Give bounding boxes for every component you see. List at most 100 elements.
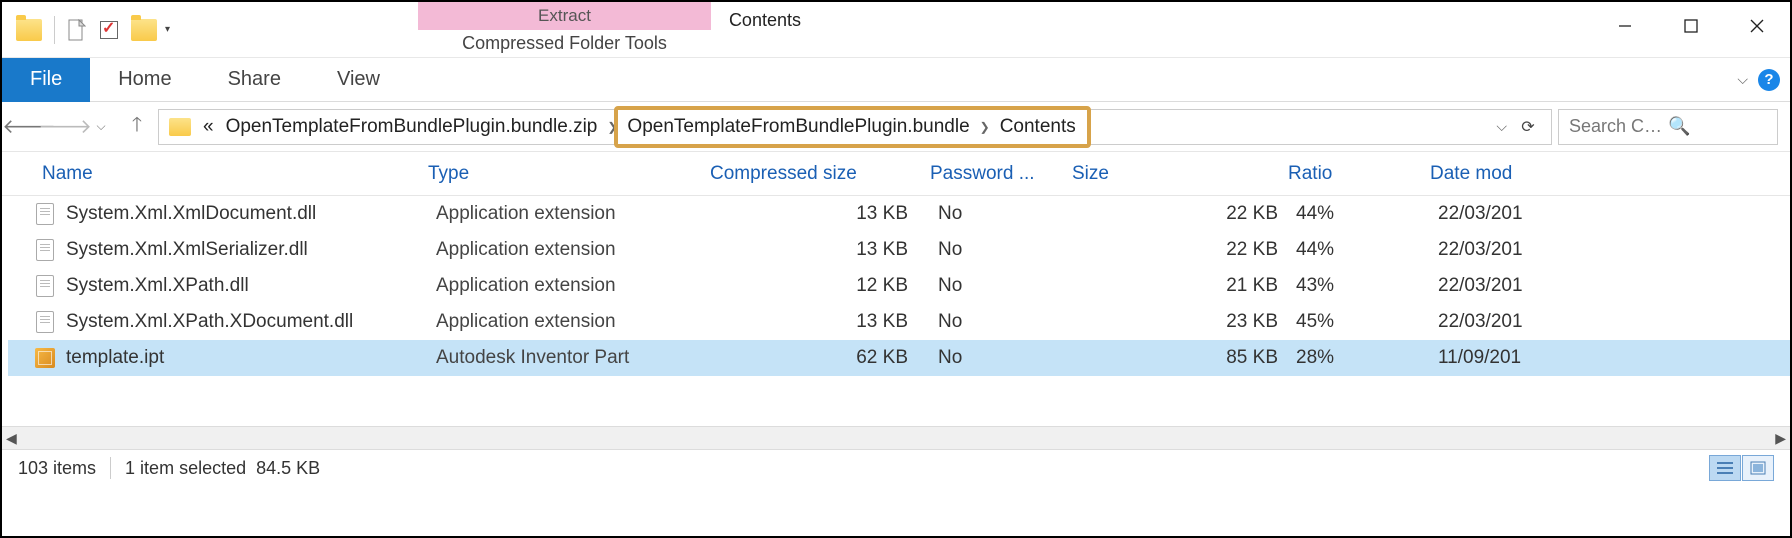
- address-dropdown-icon[interactable]: ⌵: [1496, 118, 1507, 135]
- file-type: Application extension: [436, 239, 718, 261]
- forward-button[interactable]: 🡒: [50, 112, 80, 142]
- status-item-count: 103 items: [18, 458, 96, 479]
- file-ratio: 44%: [1296, 239, 1438, 261]
- search-icon: 🔍: [1668, 116, 1767, 137]
- file-row[interactable]: System.Xml.XPath.dllApplication extensio…: [8, 268, 1790, 304]
- tab-view[interactable]: View: [309, 58, 408, 102]
- large-icons-view-button[interactable]: [1742, 455, 1774, 481]
- chevron-right-icon[interactable]: ❯: [603, 120, 621, 134]
- file-tab[interactable]: File: [2, 58, 90, 102]
- column-headers: Name Type Compressed size Password ... S…: [2, 152, 1790, 196]
- file-size: 21 KB: [1080, 275, 1296, 297]
- contextual-tab-group: Extract Compressed Folder Tools: [418, 2, 711, 57]
- column-date[interactable]: Date mod: [1422, 163, 1790, 185]
- search-input[interactable]: Search Co... 🔍: [1558, 109, 1778, 145]
- file-row[interactable]: template.iptAutodesk Inventor Part62 KBN…: [8, 340, 1790, 376]
- file-name: template.ipt: [66, 347, 436, 369]
- dll-file-icon: [36, 239, 54, 261]
- file-row[interactable]: System.Xml.XmlDocument.dllApplication ex…: [8, 196, 1790, 232]
- file-password: No: [938, 203, 1080, 225]
- file-name: System.Xml.XPath.dll: [66, 275, 436, 297]
- file-list: System.Xml.XmlDocument.dllApplication ex…: [2, 196, 1790, 426]
- file-password: No: [938, 347, 1080, 369]
- ribbon: File Home Share View ⌵ ?: [2, 58, 1790, 102]
- file-size: 23 KB: [1080, 311, 1296, 333]
- column-name[interactable]: Name: [34, 163, 420, 185]
- qat-dropdown-icon[interactable]: ▾: [165, 24, 170, 35]
- horizontal-scrollbar[interactable]: ◀ ▶: [2, 426, 1790, 450]
- file-size: 22 KB: [1080, 239, 1296, 261]
- file-ratio: 45%: [1296, 311, 1438, 333]
- file-date: 22/03/201: [1438, 275, 1790, 297]
- up-button[interactable]: 🡑: [122, 112, 152, 142]
- file-type: Autodesk Inventor Part: [436, 347, 718, 369]
- file-size: 85 KB: [1080, 347, 1296, 369]
- file-csize: 13 KB: [718, 311, 938, 333]
- new-folder-icon[interactable]: [131, 19, 157, 41]
- file-csize: 62 KB: [718, 347, 938, 369]
- chevron-right-icon[interactable]: ❯: [976, 120, 994, 134]
- file-csize: 12 KB: [718, 275, 938, 297]
- file-name: System.Xml.XmlDocument.dll: [66, 203, 436, 225]
- file-csize: 13 KB: [718, 203, 938, 225]
- properties-icon[interactable]: [66, 19, 88, 41]
- details-view-button[interactable]: [1709, 455, 1741, 481]
- dll-file-icon: [36, 275, 54, 297]
- column-type[interactable]: Type: [420, 163, 702, 185]
- ribbon-collapse-icon[interactable]: ⌵: [1737, 71, 1748, 88]
- check-icon[interactable]: [98, 19, 120, 41]
- file-name: System.Xml.XPath.XDocument.dll: [66, 311, 436, 333]
- help-icon[interactable]: ?: [1758, 69, 1780, 91]
- context-tab[interactable]: Compressed Folder Tools: [418, 30, 711, 58]
- scroll-left-icon[interactable]: ◀: [6, 430, 17, 447]
- file-ratio: 44%: [1296, 203, 1438, 225]
- file-size: 22 KB: [1080, 203, 1296, 225]
- file-password: No: [938, 239, 1080, 261]
- navigation-bar: 🡐 🡒 ⌵ 🡑 « OpenTemplateFromBundlePlugin.b…: [2, 102, 1790, 152]
- title-bar: ▾ Extract Compressed Folder Tools Conten…: [2, 2, 1790, 58]
- file-date: 22/03/201: [1438, 239, 1790, 261]
- file-type: Application extension: [436, 275, 718, 297]
- column-ratio[interactable]: Ratio: [1280, 163, 1422, 185]
- refresh-button[interactable]: ⟳: [1515, 114, 1541, 140]
- file-ratio: 43%: [1296, 275, 1438, 297]
- app-icon[interactable]: [16, 19, 42, 41]
- close-button[interactable]: [1724, 8, 1790, 44]
- file-date: 22/03/201: [1438, 311, 1790, 333]
- breadcrumb-prefix: «: [197, 110, 220, 144]
- address-bar[interactable]: « OpenTemplateFromBundlePlugin.bundle.zi…: [158, 109, 1552, 145]
- scroll-right-icon[interactable]: ▶: [1775, 430, 1786, 447]
- file-ratio: 28%: [1296, 347, 1438, 369]
- status-selection: 1 item selected: [125, 458, 246, 479]
- dll-file-icon: [36, 311, 54, 333]
- breadcrumb-seg-0[interactable]: OpenTemplateFromBundlePlugin.bundle.zip: [220, 110, 604, 144]
- file-csize: 13 KB: [718, 239, 938, 261]
- recent-dropdown-icon[interactable]: ⌵: [86, 112, 116, 142]
- column-compressed-size[interactable]: Compressed size: [702, 163, 922, 185]
- window-title: Contents: [711, 2, 1592, 57]
- file-type: Application extension: [436, 203, 718, 225]
- view-switcher: [1709, 455, 1774, 481]
- file-row[interactable]: System.Xml.XPath.XDocument.dllApplicatio…: [8, 304, 1790, 340]
- breadcrumb-seg-1[interactable]: OpenTemplateFromBundlePlugin.bundle: [621, 110, 975, 144]
- quick-access-toolbar: ▾: [2, 2, 178, 57]
- column-password[interactable]: Password ...: [922, 163, 1064, 185]
- folder-icon: [169, 118, 191, 136]
- tab-share[interactable]: Share: [200, 58, 309, 102]
- column-size[interactable]: Size: [1064, 163, 1280, 185]
- file-password: No: [938, 311, 1080, 333]
- dll-file-icon: [36, 203, 54, 225]
- file-type: Application extension: [436, 311, 718, 333]
- file-date: 11/09/201: [1438, 347, 1790, 369]
- search-placeholder: Search Co...: [1569, 116, 1668, 137]
- breadcrumb-seg-2[interactable]: Contents: [994, 110, 1082, 144]
- file-password: No: [938, 275, 1080, 297]
- file-date: 22/03/201: [1438, 203, 1790, 225]
- maximize-button[interactable]: [1658, 8, 1724, 44]
- file-row[interactable]: System.Xml.XmlSerializer.dllApplication …: [8, 232, 1790, 268]
- minimize-button[interactable]: [1592, 8, 1658, 44]
- tab-home[interactable]: Home: [90, 58, 199, 102]
- context-group-label: Extract: [418, 2, 711, 30]
- file-name: System.Xml.XmlSerializer.dll: [66, 239, 436, 261]
- status-bar: 103 items 1 item selected 84.5 KB: [2, 450, 1790, 486]
